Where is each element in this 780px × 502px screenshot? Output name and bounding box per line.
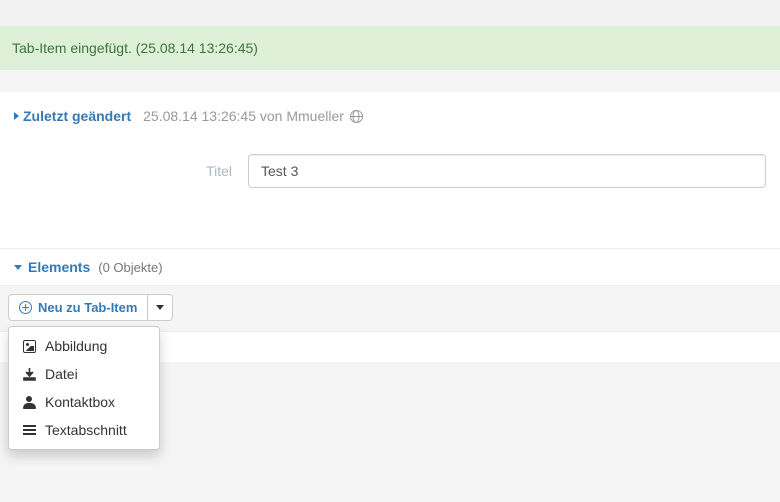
menu-item-label: Abbildung bbox=[45, 338, 107, 354]
last-modified-row: Zuletzt geändert 25.08.14 13:26:45 von M… bbox=[14, 108, 766, 124]
last-modified-meta: 25.08.14 13:26:45 von Mmueller bbox=[143, 108, 363, 124]
menu-item-label: Datei bbox=[45, 366, 78, 382]
add-dropdown-toggle[interactable] bbox=[148, 294, 173, 321]
title-label: Titel bbox=[14, 163, 248, 179]
title-field-row: Titel bbox=[14, 154, 766, 188]
add-tab-item-button[interactable]: Neu zu Tab-Item bbox=[8, 294, 148, 321]
caret-right-icon bbox=[14, 112, 19, 120]
user-icon bbox=[23, 396, 36, 409]
menu-item-abbildung[interactable]: Abbildung bbox=[9, 332, 159, 360]
menu-item-textabschnitt[interactable]: Textabschnitt bbox=[9, 416, 159, 444]
elements-toggle[interactable]: Elements bbox=[14, 259, 90, 275]
elements-heading: Elements bbox=[28, 259, 90, 275]
chevron-down-icon bbox=[156, 305, 164, 310]
last-modified-text: 25.08.14 13:26:45 von Mmueller bbox=[143, 108, 344, 124]
menu-item-label: Textabschnitt bbox=[45, 422, 127, 438]
last-modified-label: Zuletzt geändert bbox=[23, 108, 131, 124]
add-dropdown-menu: Abbildung Datei Kontaktbox Textabschnitt bbox=[8, 326, 160, 450]
top-toolbar-gap bbox=[0, 0, 780, 26]
last-modified-toggle[interactable]: Zuletzt geändert bbox=[14, 108, 131, 124]
main-panel: Zuletzt geändert 25.08.14 13:26:45 von M… bbox=[0, 92, 780, 248]
add-button-group: Neu zu Tab-Item bbox=[8, 294, 173, 321]
menu-item-kontaktbox[interactable]: Kontaktbox bbox=[9, 388, 159, 416]
add-button-label: Neu zu Tab-Item bbox=[38, 300, 137, 315]
image-icon bbox=[23, 340, 36, 353]
globe-icon bbox=[350, 110, 363, 123]
menu-item-label: Kontaktbox bbox=[45, 394, 115, 410]
elements-toolbar: Neu zu Tab-Item Abbildung Datei Kontaktb… bbox=[0, 285, 780, 332]
success-alert: Tab-Item eingefügt. (25.08.14 13:26:45) bbox=[0, 26, 780, 70]
plus-circle-icon bbox=[19, 301, 32, 314]
elements-section-header: Elements (0 Objekte) bbox=[0, 248, 780, 285]
alert-text: Tab-Item eingefügt. (25.08.14 13:26:45) bbox=[12, 40, 258, 56]
menu-item-datei[interactable]: Datei bbox=[9, 360, 159, 388]
elements-count: (0 Objekte) bbox=[98, 260, 162, 275]
text-lines-icon bbox=[23, 424, 36, 437]
caret-down-icon bbox=[14, 265, 22, 270]
download-icon bbox=[23, 368, 36, 381]
title-input[interactable] bbox=[248, 154, 766, 188]
